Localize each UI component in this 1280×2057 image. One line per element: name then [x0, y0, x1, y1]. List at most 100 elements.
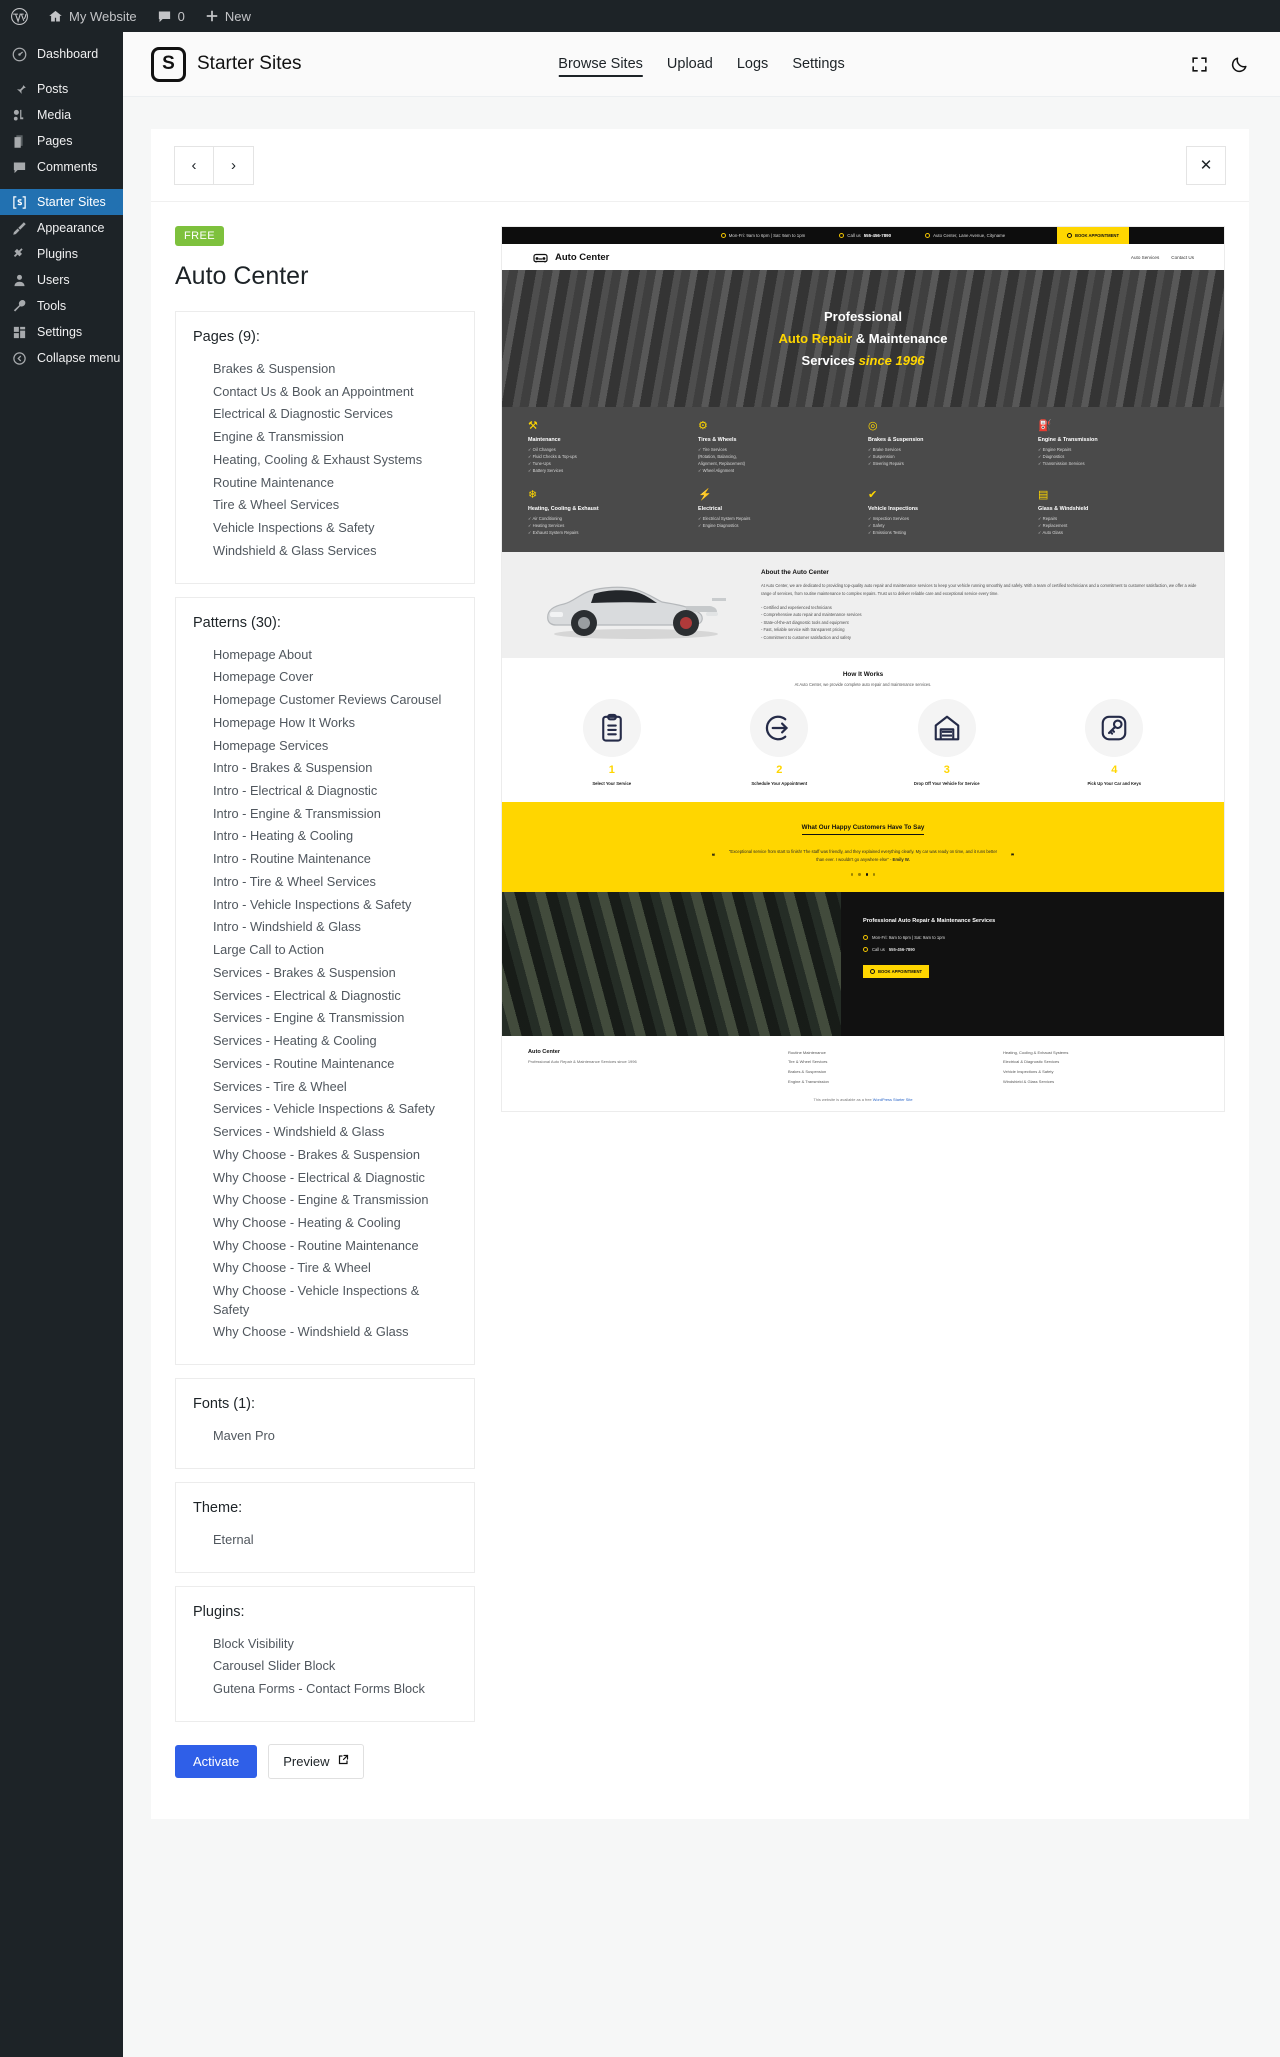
list-item: Why Choose - Routine Maintenance — [213, 1237, 419, 1253]
sidebar-item-media[interactable]: Media — [0, 102, 123, 128]
sidebar-item-settings[interactable]: Settings — [0, 319, 123, 345]
activate-button[interactable]: Activate — [175, 1744, 258, 1778]
preview-hours: Mon-Fri: 9am to 6pm | Sat: 9am to 1pm — [720, 233, 805, 238]
preview-step-label: Schedule Your Appointment — [751, 781, 808, 787]
preview-nav-link: Auto Services — [1130, 254, 1160, 260]
preview-service-title: Heating, Cooling & Exhaust — [528, 505, 599, 512]
sidebar-item-posts[interactable]: Posts — [0, 76, 123, 102]
preview-nav: Auto Center Auto Services Contact Us — [502, 244, 1224, 270]
key-icon — [1085, 699, 1144, 758]
list-item: Why Choose - Vehicle Inspections & Safet… — [213, 1283, 420, 1317]
list-item: Carousel Slider Block — [213, 1658, 336, 1674]
previous-site-button[interactable]: ‹ — [174, 145, 214, 185]
preview-service-cell: ◎ Brakes & Suspension ✓ Brake Services ✓ Su… — [868, 421, 1028, 475]
preview-service-item: Alignment, Replacement) — [698, 460, 746, 466]
preview-service-title: Maintenance — [528, 437, 561, 443]
preview-service-cell: ⚒ Maintenance ✓ Oil Changes ✓ Fluid Checks … — [528, 421, 688, 475]
sidebar-label: Collapse menu — [37, 351, 121, 365]
preview-step: 4 Pick Up Your Car and Keys — [1031, 699, 1199, 786]
sports-car-photo — [528, 566, 743, 644]
clock-icon — [720, 233, 726, 238]
tab-browse-sites[interactable]: Browse Sites — [558, 32, 643, 97]
sidebar-item-pages[interactable]: Pages — [0, 128, 123, 154]
moon-icon[interactable] — [1228, 53, 1250, 75]
preview-service-item: ✓ Steering Repairs — [868, 460, 904, 466]
sidebar-item-comments[interactable]: Comments — [0, 154, 123, 180]
tab-upload[interactable]: Upload — [667, 32, 713, 97]
list-item: Intro - Tire & Wheel Services — [213, 873, 376, 889]
plug-icon — [11, 246, 28, 263]
preview-service-cell: ✔ Vehicle Inspections ✓ Inspection Service… — [868, 489, 1028, 537]
preview-service-item: (Rotation, Balancing, — [698, 453, 737, 459]
starter-sites-logo-icon: S — [151, 46, 186, 82]
sidebar-label: Starter Sites — [37, 195, 106, 209]
preview-how-title: How It Works — [842, 671, 884, 679]
list-item: Homepage Services — [213, 737, 329, 753]
sidebar-item-tools[interactable]: Tools — [0, 293, 123, 319]
preview-step-number: 3 — [943, 764, 950, 777]
list-item: Block Visibility — [213, 1635, 294, 1651]
sidebar-item-users[interactable]: Users — [0, 267, 123, 293]
list-item: Eternal — [213, 1531, 254, 1547]
clock-icon — [863, 934, 868, 940]
list-item: - Commitment to customer satisfaction an… — [761, 634, 851, 640]
site-name-button[interactable]: My Website — [38, 0, 147, 32]
site-preview-image[interactable]: Mon-Fri: 9am to 6pm | Sat: 9am to 1pm Ca… — [501, 226, 1225, 1113]
list-item: Services - Routine Maintenance — [213, 1055, 395, 1071]
brush-icon — [11, 220, 28, 237]
preview-service-title: Brakes & Suspension — [868, 437, 924, 443]
service-icon: ⚒ — [528, 420, 538, 432]
preview-service-title: Glass & Windshield — [1038, 505, 1089, 512]
tab-settings[interactable]: Settings — [792, 32, 844, 97]
status-badge: FREE — [175, 226, 224, 246]
wordpress-logo-button[interactable] — [0, 0, 38, 32]
list-item: Homepage Customer Reviews Carousel — [213, 692, 442, 708]
comment-count: 0 — [177, 8, 185, 24]
service-icon: ◎ — [868, 420, 878, 432]
preview-service-item: ✓ Transmission Services — [1038, 460, 1085, 466]
preview-service-item: ✓ Replacement — [1038, 522, 1068, 528]
pages-icon — [11, 133, 28, 150]
list-item: Services - Engine & Transmission — [213, 1010, 405, 1026]
starter-site-link: WordPress Starter Site — [872, 1097, 913, 1103]
tab-logs[interactable]: Logs — [737, 32, 768, 97]
garage-icon — [917, 699, 976, 758]
site-preview-column: Mon-Fri: 9am to 6pm | Sat: 9am to 1pm Ca… — [501, 226, 1225, 1779]
next-site-button[interactable]: › — [214, 145, 254, 185]
new-content-button[interactable]: New — [195, 0, 261, 32]
preview-service-item: ✓ Inspection Services — [868, 515, 909, 521]
quote-close-icon: ❞ — [1011, 853, 1015, 860]
wp-admin-bar: My Website 0 New — [0, 0, 1280, 32]
preview-address: Auto Center, Lane Avenue, Cityname — [925, 233, 1005, 238]
preview-button[interactable]: Preview — [268, 1743, 364, 1779]
preview-about-bullets: - Certified and experienced technicians -… — [761, 604, 1198, 642]
service-icon: ⚡ — [698, 488, 712, 501]
action-row: Activate Preview — [175, 1743, 475, 1779]
plugins-box: Plugins: Block Visibility Carousel Slider… — [175, 1585, 475, 1722]
preview-service-item: ✓ Battery Services — [528, 467, 564, 473]
sidebar-item-appearance[interactable]: Appearance — [0, 215, 123, 241]
service-icon: ⚙ — [698, 420, 708, 432]
list-item: Why Choose - Brakes & Suspension — [213, 1146, 420, 1162]
sidebar-item-collapse-menu[interactable]: Collapse menu — [0, 345, 123, 371]
fullscreen-icon[interactable] — [1188, 53, 1210, 75]
list-item: Why Choose - Engine & Transmission — [213, 1192, 429, 1208]
list-item: Homepage Cover — [213, 669, 314, 685]
list-item: Intro - Engine & Transmission — [213, 805, 381, 821]
close-button[interactable]: ✕ — [1186, 145, 1226, 185]
list-item: - Certified and experienced technicians — [761, 604, 832, 610]
preview-how-subtitle: At Auto Center, we provide complete auto… — [794, 682, 932, 688]
list-item: Brakes & Suspension — [213, 361, 336, 376]
list-item: Why Choose - Tire & Wheel — [213, 1260, 371, 1276]
sidebar-label: Pages — [37, 134, 73, 148]
pages-box-title: Pages (9): — [193, 329, 260, 345]
preview-cta-button: BOOK APPOINTMENT — [863, 964, 930, 978]
preview-step-label: Pick Up Your Car and Keys — [1087, 781, 1142, 787]
sidebar-item-starter-sites[interactable]: Starter Sites — [0, 189, 123, 215]
preview-service-title: Tires & Wheels — [698, 437, 737, 443]
car-icon — [532, 251, 549, 263]
sidebar-item-plugins[interactable]: Plugins — [0, 241, 123, 267]
site-detail-card: ‹ › ✕ FREE Auto Center Pages (9): Brakes… — [151, 129, 1249, 1819]
sidebar-item-dashboard[interactable]: Dashboard — [0, 41, 123, 67]
comments-button[interactable]: 0 — [147, 0, 195, 32]
